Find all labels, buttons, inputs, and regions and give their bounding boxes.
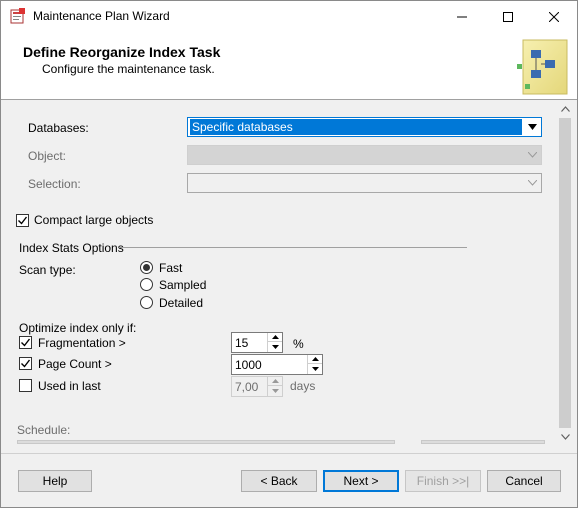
used-in-last-value: 7,00 xyxy=(235,380,259,394)
fragmentation-up-button[interactable] xyxy=(268,333,282,342)
back-button[interactable]: < Back xyxy=(241,470,317,492)
arrow-down-icon xyxy=(311,366,319,371)
compact-checkbox[interactable] xyxy=(16,214,29,227)
scan-detailed-label: Detailed xyxy=(159,296,204,310)
close-icon xyxy=(549,11,559,22)
used-in-last-checkbox[interactable] xyxy=(19,379,32,392)
wizard-window: Maintenance Plan Wizard Define Reorganiz… xyxy=(0,0,578,508)
used-in-last-up-button[interactable] xyxy=(268,377,282,386)
page-count-up-button[interactable] xyxy=(308,355,322,364)
radio-selected-dot xyxy=(143,264,150,271)
page-count-stepper[interactable]: 1000 xyxy=(231,354,323,375)
optimize-label: Optimize index only if: xyxy=(19,321,137,335)
databases-selected-value: Specific databases xyxy=(190,119,522,135)
databases-dropdown[interactable]: Specific databases xyxy=(187,117,542,137)
content-scrollbar[interactable] xyxy=(557,101,573,445)
minimize-icon xyxy=(457,16,467,17)
schedule-field xyxy=(17,440,395,444)
fragmentation-down-button[interactable] xyxy=(268,342,282,351)
selection-label: Selection: xyxy=(28,177,81,191)
schedule-label: Schedule: xyxy=(17,423,71,437)
object-dropdown[interactable] xyxy=(187,145,542,165)
close-button[interactable] xyxy=(531,1,577,32)
page-count-label: Page Count > xyxy=(38,357,112,371)
wizard-header-art-icon xyxy=(517,39,568,95)
chevron-down-icon xyxy=(525,148,539,162)
fragmentation-unit: % xyxy=(293,337,304,351)
scan-type-label: Scan type: xyxy=(19,263,76,277)
scan-sampled-radio[interactable] xyxy=(140,278,153,291)
finish-button[interactable]: Finish >>| xyxy=(405,470,481,492)
wizard-app-icon xyxy=(10,8,25,24)
scan-detailed-radio[interactable] xyxy=(140,296,153,309)
wizard-header: Define Reorganize Index Task Configure t… xyxy=(1,32,577,100)
page-subtitle: Configure the maintenance task. xyxy=(42,62,215,76)
page-count-checkbox[interactable] xyxy=(19,357,32,370)
selection-dropdown[interactable] xyxy=(187,173,542,193)
next-button[interactable]: Next > xyxy=(323,470,399,492)
maximize-icon xyxy=(503,11,513,22)
footer-divider xyxy=(1,453,577,454)
chevron-down-icon xyxy=(560,434,570,440)
databases-label: Databases: xyxy=(28,121,89,135)
task-settings-panel: Databases: Specific databases Object: Se… xyxy=(1,101,557,445)
used-in-last-down-button[interactable] xyxy=(268,386,282,395)
minimize-button[interactable] xyxy=(439,1,485,32)
fragmentation-stepper[interactable]: 15 xyxy=(231,332,283,353)
index-stats-label: Index Stats Options xyxy=(19,241,124,255)
scan-sampled-label: Sampled xyxy=(159,278,207,292)
scan-fast-label: Fast xyxy=(159,261,183,275)
fragmentation-label: Fragmentation > xyxy=(38,336,126,350)
used-in-last-label: Used in last xyxy=(38,379,101,393)
used-in-last-stepper[interactable]: 7,00 xyxy=(231,376,283,397)
chevron-up-icon xyxy=(560,106,570,112)
scan-fast-radio[interactable] xyxy=(140,261,153,274)
schedule-change-button[interactable] xyxy=(421,440,545,444)
title-bar[interactable]: Maintenance Plan Wizard xyxy=(1,1,577,32)
arrow-down-icon xyxy=(271,344,279,349)
page-title: Define Reorganize Index Task xyxy=(23,44,221,60)
checkmark-icon xyxy=(21,338,31,347)
scroll-thumb[interactable] xyxy=(559,118,571,428)
index-stats-divider xyxy=(119,247,467,248)
arrow-up-icon xyxy=(271,335,279,339)
maximize-button[interactable] xyxy=(485,1,531,32)
used-in-last-unit: days xyxy=(290,379,316,393)
compact-label: Compact large objects xyxy=(34,213,154,227)
scroll-up-button[interactable] xyxy=(557,101,573,117)
object-label: Object: xyxy=(28,149,67,163)
fragmentation-value: 15 xyxy=(235,336,249,350)
chevron-down-icon xyxy=(525,120,539,134)
arrow-up-icon xyxy=(271,379,279,383)
cancel-button[interactable]: Cancel xyxy=(487,470,561,492)
arrow-down-icon xyxy=(271,388,279,393)
page-count-value: 1000 xyxy=(235,358,262,372)
chevron-down-icon xyxy=(525,176,539,190)
arrow-up-icon xyxy=(311,357,319,361)
help-button[interactable]: Help xyxy=(18,470,92,492)
checkmark-icon xyxy=(21,359,31,368)
page-count-down-button[interactable] xyxy=(308,364,322,373)
window-title: Maintenance Plan Wizard xyxy=(33,9,170,23)
scroll-down-button[interactable] xyxy=(557,429,573,445)
checkmark-icon xyxy=(18,216,28,225)
fragmentation-checkbox[interactable] xyxy=(19,336,32,349)
